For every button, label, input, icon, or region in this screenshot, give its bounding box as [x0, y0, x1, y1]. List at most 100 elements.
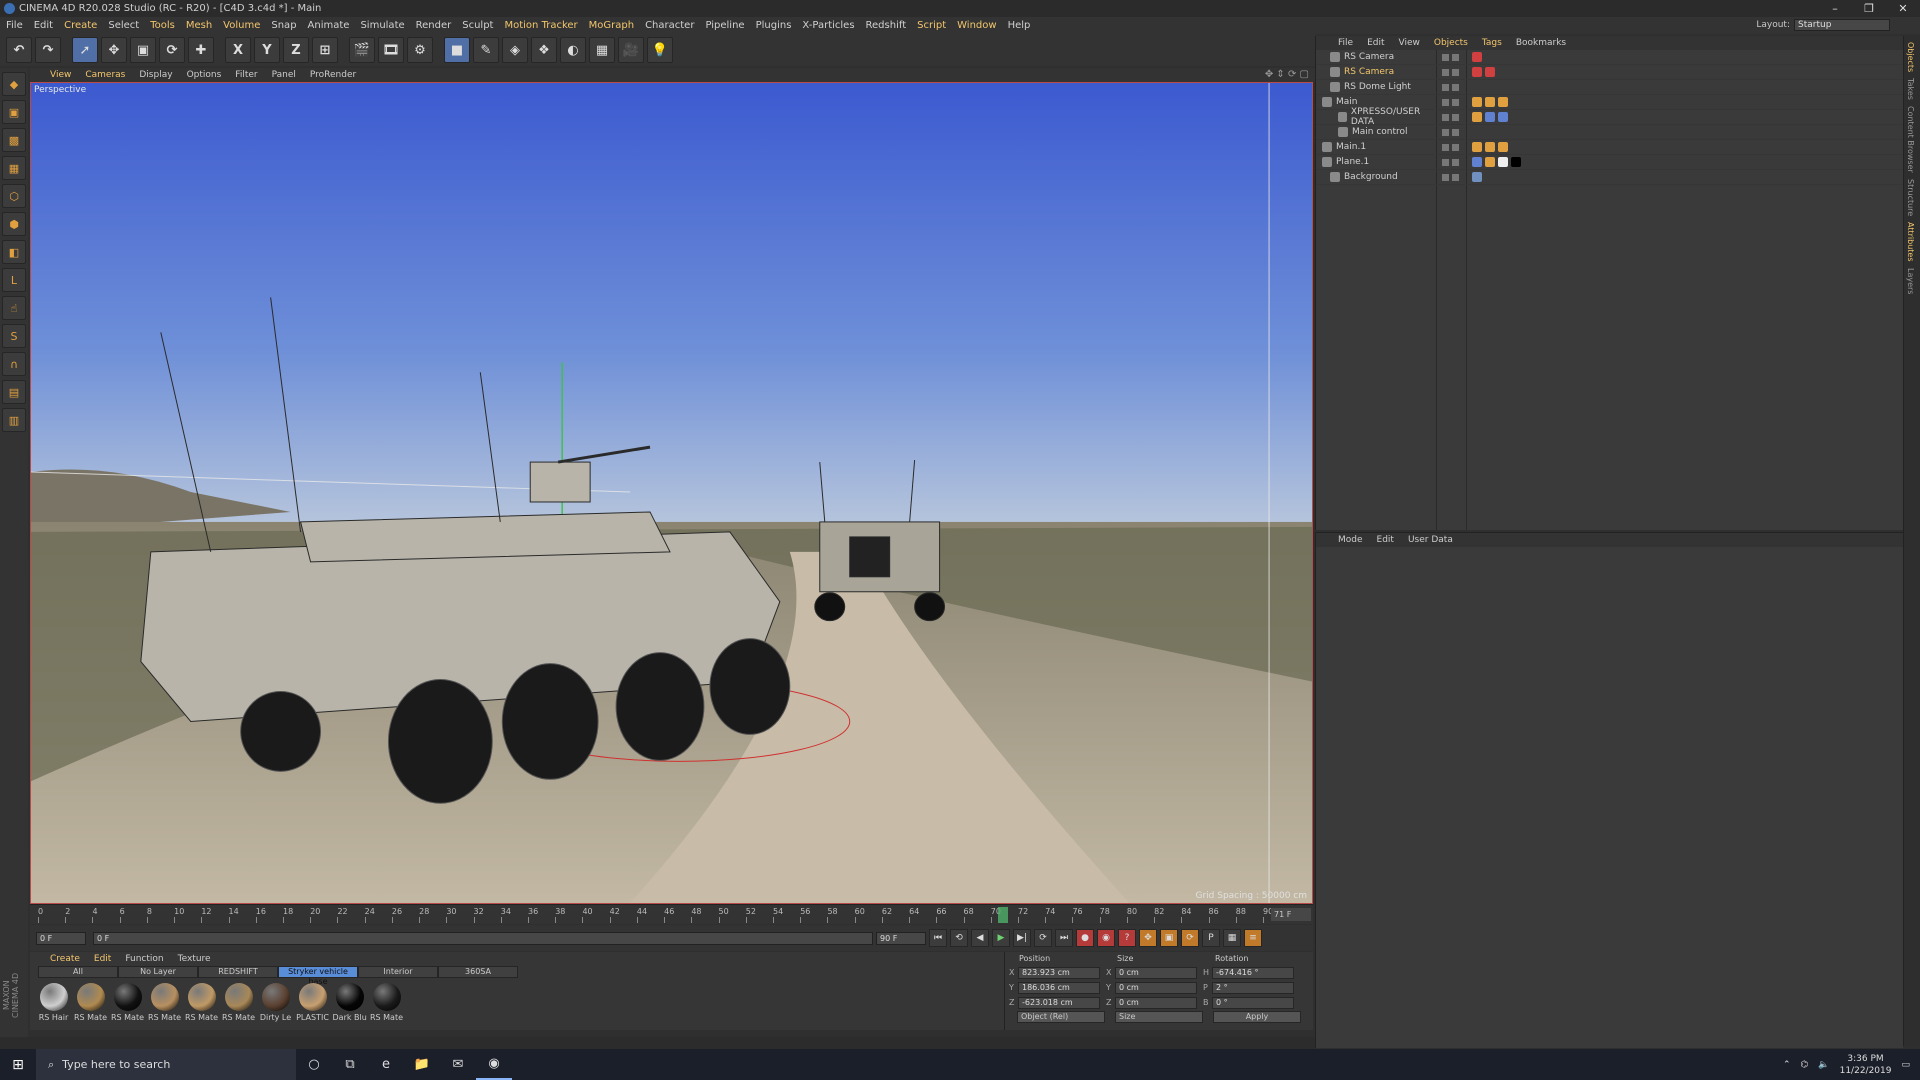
menu-animate[interactable]: Animate	[308, 20, 350, 31]
current-frame-field[interactable]: 71 F	[1271, 908, 1311, 921]
network-icon[interactable]: ⌬	[1801, 1060, 1809, 1070]
tag-icon[interactable]	[1498, 157, 1508, 167]
timeline-playhead[interactable]	[998, 907, 1008, 923]
menu-volume[interactable]: Volume	[223, 20, 260, 31]
tag-icon[interactable]	[1472, 112, 1482, 122]
snap-icon[interactable]: S	[2, 324, 26, 348]
object-visibility-toggles[interactable]	[1436, 128, 1466, 136]
viewport-nav-icons[interactable]: ✥ ⇕ ⟳ ▢	[1265, 69, 1309, 80]
workplane-icon[interactable]: ▦	[2, 156, 26, 180]
windows-start-icon[interactable]: ⊞	[0, 1049, 36, 1080]
rotation-key-icon[interactable]: ⟳	[1181, 929, 1199, 947]
object-menu-objects[interactable]: Objects	[1434, 38, 1468, 48]
tag-icon[interactable]	[1485, 142, 1495, 152]
rotation-field[interactable]: -674.416 °	[1212, 966, 1294, 979]
live-selection-icon[interactable]: ✚	[188, 37, 214, 63]
tray-chevron-icon[interactable]: ⌃	[1783, 1060, 1791, 1070]
keyframe-selection-icon[interactable]: ?	[1118, 929, 1136, 947]
notification-icon[interactable]: ▭	[1901, 1060, 1910, 1070]
object-visibility-toggles[interactable]	[1436, 113, 1466, 121]
subdivision-icon[interactable]: ◈	[502, 37, 528, 63]
right-tab-attributes[interactable]: Attributes	[1906, 222, 1915, 262]
volume-icon[interactable]: 🔈	[1818, 1060, 1829, 1070]
menu-mograph[interactable]: MoGraph	[589, 20, 634, 31]
menu-render[interactable]: Render	[416, 20, 452, 31]
menu-edit[interactable]: Edit	[34, 20, 53, 31]
viewport-menu-filter[interactable]: Filter	[235, 70, 257, 80]
object-menu-edit[interactable]: Edit	[1367, 38, 1384, 48]
texture-mode-icon[interactable]: ▩	[2, 128, 26, 152]
render-visibility-icon[interactable]	[1452, 83, 1459, 91]
editor-visibility-icon[interactable]	[1442, 68, 1449, 76]
next-key-icon[interactable]: ⟳	[1034, 929, 1052, 947]
light-icon[interactable]: 💡	[647, 37, 673, 63]
render-visibility-icon[interactable]	[1452, 128, 1459, 136]
editor-visibility-icon[interactable]	[1442, 113, 1449, 121]
pla-key-icon[interactable]: ▦	[1223, 929, 1241, 947]
goto-end-icon[interactable]: ⏭	[1055, 929, 1073, 947]
menu-sculpt[interactable]: Sculpt	[462, 20, 493, 31]
material-layer-tab[interactable]: Interior	[358, 966, 438, 978]
editor-visibility-icon[interactable]	[1442, 143, 1449, 151]
render-visibility-icon[interactable]	[1452, 143, 1459, 151]
spline-pen-icon[interactable]: ✎	[473, 37, 499, 63]
material-swatch[interactable]: RS Mate	[185, 983, 218, 1022]
material-menu-create[interactable]: Create	[50, 954, 80, 964]
rotate-tool-icon[interactable]: ⟳	[159, 37, 185, 63]
menu-motion-tracker[interactable]: Motion Tracker	[504, 20, 577, 31]
apply-button[interactable]: Apply	[1213, 1011, 1301, 1023]
menu-snap[interactable]: Snap	[271, 20, 296, 31]
close-button[interactable]: ✕	[1886, 0, 1920, 17]
object-visibility-toggles[interactable]	[1436, 68, 1466, 76]
undo-icon[interactable]: ↶	[6, 37, 32, 63]
render-picture-viewer-icon[interactable]: 🎞	[378, 37, 404, 63]
menu-character[interactable]: Character	[645, 20, 694, 31]
layout-dropdown[interactable]: Startup	[1794, 19, 1890, 31]
grid-lock-icon[interactable]: ▤	[2, 380, 26, 404]
material-layer-tab[interactable]: No Layer	[118, 966, 198, 978]
material-swatch[interactable]: RS Mate	[222, 983, 255, 1022]
cinema4d-taskbar-icon[interactable]: ◉	[476, 1049, 512, 1080]
scale-tool-icon[interactable]: ▣	[130, 37, 156, 63]
polygons-mode-icon[interactable]: ◧	[2, 240, 26, 264]
goto-start-icon[interactable]: ⏮	[929, 929, 947, 947]
object-row[interactable]: RS Camera	[1316, 50, 1903, 65]
material-swatch[interactable]: RS Mate	[370, 983, 403, 1022]
x-axis-lock-button[interactable]: X	[225, 37, 251, 63]
material-layer-tab[interactable]: Stryker vehicle base	[278, 966, 358, 986]
object-row[interactable]: Background	[1316, 170, 1903, 185]
menu-select[interactable]: Select	[108, 20, 139, 31]
tag-icon[interactable]	[1485, 97, 1495, 107]
y-axis-lock-button[interactable]: Y	[254, 37, 280, 63]
tag-icon[interactable]	[1498, 112, 1508, 122]
object-visibility-toggles[interactable]	[1436, 98, 1466, 106]
object-visibility-toggles[interactable]	[1436, 143, 1466, 151]
menu-simulate[interactable]: Simulate	[360, 20, 404, 31]
render-visibility-icon[interactable]	[1452, 53, 1459, 61]
viewport-menu-cameras[interactable]: Cameras	[85, 70, 125, 80]
render-settings-icon[interactable]: ⚙	[407, 37, 433, 63]
tag-icon[interactable]	[1472, 142, 1482, 152]
size-field[interactable]: 0 cm	[1115, 981, 1197, 994]
model-mode-icon[interactable]: ▣	[2, 100, 26, 124]
scale-key-icon[interactable]: ▣	[1160, 929, 1178, 947]
z-axis-lock-button[interactable]: Z	[283, 37, 309, 63]
coordinate-mode-dropdown[interactable]: Object (Rel)	[1017, 1011, 1105, 1023]
material-swatch[interactable]: RS Mate	[148, 983, 181, 1022]
tag-icon[interactable]	[1498, 142, 1508, 152]
viewport-menu-view[interactable]: View	[50, 70, 71, 80]
make-editable-icon[interactable]: ◆	[2, 72, 26, 96]
material-swatch[interactable]: Dark Blu	[333, 983, 367, 1022]
viewport-menu-options[interactable]: Options	[187, 70, 222, 80]
editor-visibility-icon[interactable]	[1442, 83, 1449, 91]
position-key-icon[interactable]: ✥	[1139, 929, 1157, 947]
tag-icon[interactable]	[1511, 157, 1521, 167]
menu-help[interactable]: Help	[1008, 20, 1031, 31]
deformer-icon[interactable]: ◐	[560, 37, 586, 63]
right-tab-takes[interactable]: Takes	[1906, 78, 1915, 100]
editor-visibility-icon[interactable]	[1442, 173, 1449, 181]
autokey-icon[interactable]: ◉	[1097, 929, 1115, 947]
right-tab-layers[interactable]: Layers	[1906, 268, 1915, 294]
editor-visibility-icon[interactable]	[1442, 158, 1449, 166]
tag-icon[interactable]	[1472, 52, 1482, 62]
